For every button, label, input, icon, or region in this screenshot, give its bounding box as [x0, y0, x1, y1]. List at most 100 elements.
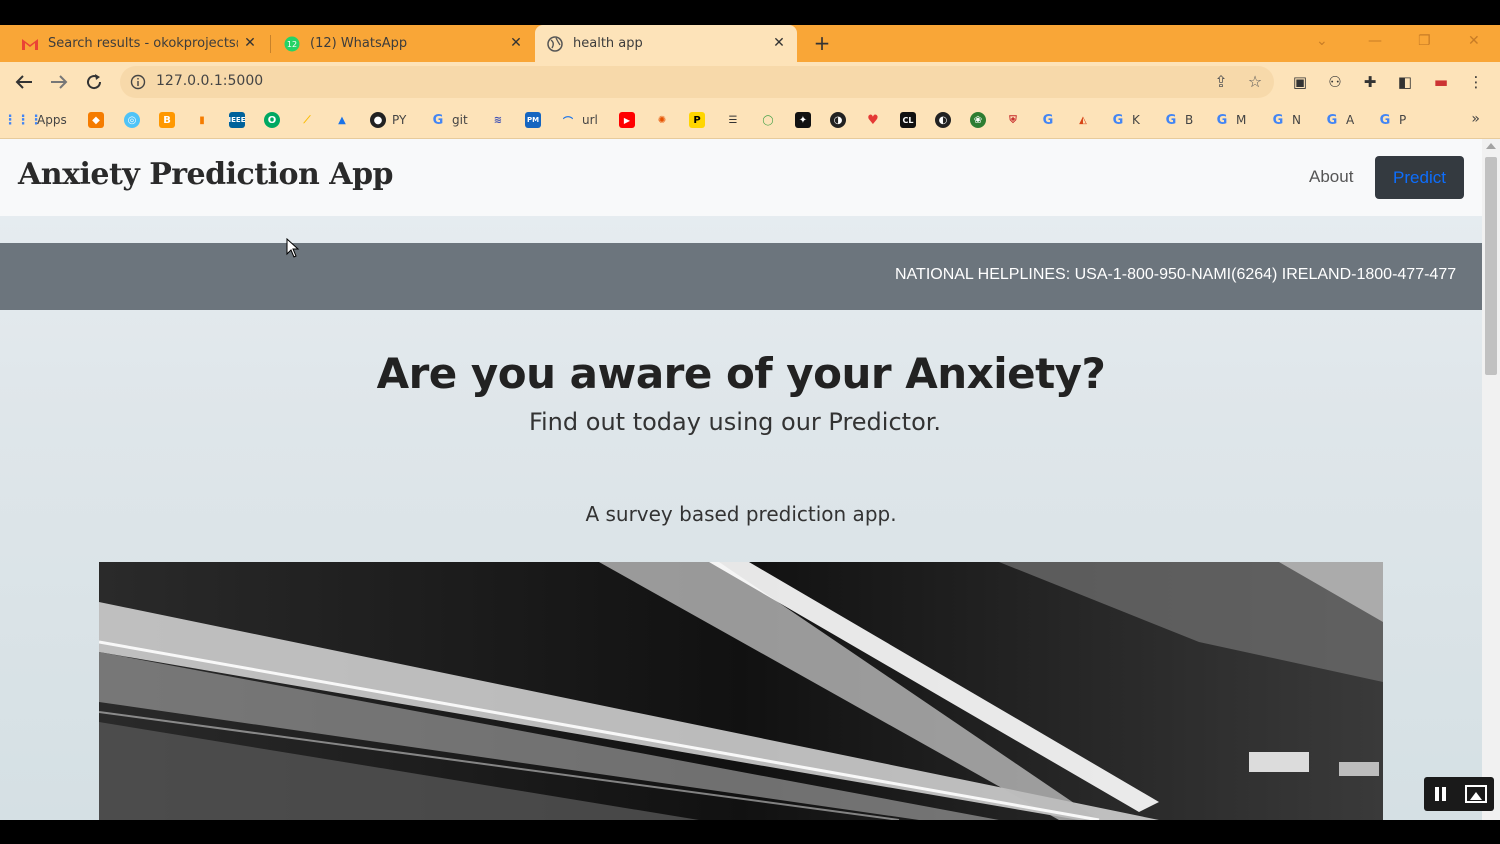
bookmark-icon-14[interactable]: ◯: [760, 111, 782, 129]
bookmark-favicon-icon: O: [264, 112, 280, 128]
bookmark-k[interactable]: G K: [1110, 111, 1140, 129]
bookmark-favicon-icon: ◎: [124, 112, 140, 128]
restore-icon[interactable]: ❐: [1418, 33, 1431, 49]
address-bar[interactable]: 127.0.0.1:5000 ⇪ ☆: [120, 66, 1274, 98]
pause-icon[interactable]: [1435, 787, 1446, 801]
new-tab-button[interactable]: +: [812, 33, 832, 53]
bookmark-git[interactable]: G git: [430, 111, 468, 129]
site-navbar: Anxiety Prediction App About Predict: [0, 139, 1482, 216]
google-icon: G: [1112, 112, 1124, 128]
tab-search-icon[interactable]: ⌄: [1316, 33, 1328, 49]
bookmark-py[interactable]: ● PY: [370, 111, 406, 129]
hero-subtitle: Find out today using our Predictor.: [528, 408, 942, 436]
google-icon: G: [1326, 112, 1338, 128]
bookmark-icon-8[interactable]: ▲: [334, 111, 356, 129]
tab-gmail[interactable]: Search results - okokprojects@g ✕: [0, 25, 268, 62]
google-icon: G: [1379, 112, 1391, 128]
info-icon[interactable]: [130, 74, 146, 90]
bookmark-favicon-icon: B: [159, 112, 175, 128]
scroll-thumb[interactable]: [1485, 157, 1497, 375]
extension-icon[interactable]: ▣: [1290, 72, 1310, 92]
minimize-icon[interactable]: —: [1368, 33, 1382, 49]
bookmark-icon-15[interactable]: ✦: [795, 111, 817, 129]
close-icon[interactable]: ✕: [508, 35, 524, 51]
google-ads-icon: ⟋: [303, 114, 311, 126]
hero-title: Are you aware of your Anxiety?: [0, 349, 1482, 398]
bookmark-favicon-icon: ◐: [935, 112, 951, 128]
predict-button[interactable]: Predict: [1375, 156, 1464, 199]
whatsapp-icon: 12: [284, 36, 300, 52]
bookmark-youtube[interactable]: ▶: [619, 111, 641, 129]
url-text: 127.0.0.1:5000: [156, 73, 264, 89]
reload-icon: [87, 74, 102, 90]
tab-title: health app: [573, 36, 643, 51]
bookmark-b[interactable]: G B: [1163, 111, 1194, 129]
bookmark-icon-4[interactable]: ▮: [194, 111, 216, 129]
bookmark-icon-19[interactable]: ◐: [935, 111, 957, 129]
bookmark-icon-3[interactable]: B: [159, 111, 181, 129]
forward-arrow-icon: [51, 75, 68, 89]
bookmark-icon-16[interactable]: ◑: [830, 111, 852, 129]
tab-health-app[interactable]: health app ✕: [535, 25, 797, 62]
share-icon[interactable]: ⇪: [1212, 73, 1230, 91]
bookmark-m[interactable]: G M: [1214, 111, 1247, 129]
bookmark-favicon-icon: ◑: [830, 112, 846, 128]
page-scrollbar[interactable]: [1482, 139, 1500, 820]
puzzle-icon[interactable]: ✚: [1360, 72, 1380, 92]
bookmark-icon-12[interactable]: P: [689, 111, 711, 129]
battery-extension-icon[interactable]: ▬: [1431, 72, 1451, 92]
more-bookmarks-icon[interactable]: »: [1471, 111, 1480, 127]
google-icon: G: [1042, 112, 1054, 128]
bookmark-icon-11[interactable]: ✺: [654, 111, 676, 129]
tab-strip: Search results - okokprojects@g ✕ 12 (12…: [0, 25, 1500, 62]
close-icon[interactable]: ✕: [242, 35, 258, 51]
hero-image: [99, 562, 1383, 820]
hero-description: A survey based prediction app.: [585, 502, 897, 526]
bookmark-icon-22[interactable]: G: [1040, 111, 1062, 129]
bookmark-favicon-icon: ☰: [728, 114, 738, 126]
github-icon: ●: [370, 112, 386, 128]
bookmark-url[interactable]: ⌒ url: [560, 111, 598, 129]
bookmark-icon-10[interactable]: PM: [525, 111, 547, 129]
helpline-text: NATIONAL HELPLINES: USA-1-800-950-NAMI(6…: [895, 266, 1457, 283]
bookmark-favicon-icon: ✦: [795, 112, 811, 128]
bookmark-icon-2[interactable]: ◎: [124, 111, 146, 129]
bookmark-label: N: [1292, 113, 1301, 127]
bookmark-icon-13[interactable]: ☰: [725, 111, 747, 129]
bookmark-icon-21[interactable]: ⛨: [1005, 111, 1027, 129]
bookmark-icon-18[interactable]: CL: [900, 111, 922, 129]
about-link[interactable]: About: [1309, 167, 1353, 187]
close-window-icon[interactable]: ✕: [1468, 33, 1480, 49]
bookmark-apps[interactable]: ⋮⋮⋮ Apps: [4, 111, 67, 129]
bookmark-p[interactable]: G P: [1377, 111, 1407, 129]
star-icon[interactable]: ☆: [1246, 73, 1264, 91]
side-panel-icon[interactable]: ◧: [1395, 72, 1415, 92]
tab-title: Search results - okokprojects@g: [48, 36, 238, 51]
bookmark-label: B: [1185, 113, 1194, 127]
bookmark-icon-9[interactable]: ≋: [490, 111, 512, 129]
reload-button[interactable]: [83, 71, 105, 93]
scroll-up-arrow-icon[interactable]: [1486, 143, 1496, 149]
brand-title[interactable]: Anxiety Prediction App: [18, 157, 394, 192]
picture-in-picture-icon[interactable]: [1465, 785, 1487, 803]
bookmark-icon-23[interactable]: ◭: [1075, 111, 1097, 129]
analytics-icon: ▮: [199, 114, 205, 126]
gmail-icon: [22, 36, 38, 52]
bookmark-favicon-icon: P: [689, 112, 705, 128]
youtube-icon: ▶: [619, 112, 635, 128]
bookmark-icon-17[interactable]: ♥: [865, 111, 887, 129]
bookmark-icon-20[interactable]: ❀: [970, 111, 992, 129]
menu-dots-icon[interactable]: ⋮: [1466, 72, 1486, 92]
bookmark-a[interactable]: G A: [1324, 111, 1355, 129]
google-icon: G: [1216, 112, 1228, 128]
back-button[interactable]: [13, 71, 35, 93]
close-icon[interactable]: ✕: [771, 35, 787, 51]
bookmark-icon-7[interactable]: ⟋: [299, 111, 321, 129]
tab-whatsapp[interactable]: 12 (12) WhatsApp ✕: [270, 25, 534, 62]
bookmark-icon-6[interactable]: O: [264, 111, 286, 129]
forward-button[interactable]: [48, 71, 70, 93]
bookmark-icon-1[interactable]: ◆: [88, 111, 110, 129]
bookmark-icon-5[interactable]: IEEE: [229, 111, 251, 129]
profile-extension-icon[interactable]: ⚇: [1325, 72, 1345, 92]
bookmark-n[interactable]: G N: [1270, 111, 1301, 129]
